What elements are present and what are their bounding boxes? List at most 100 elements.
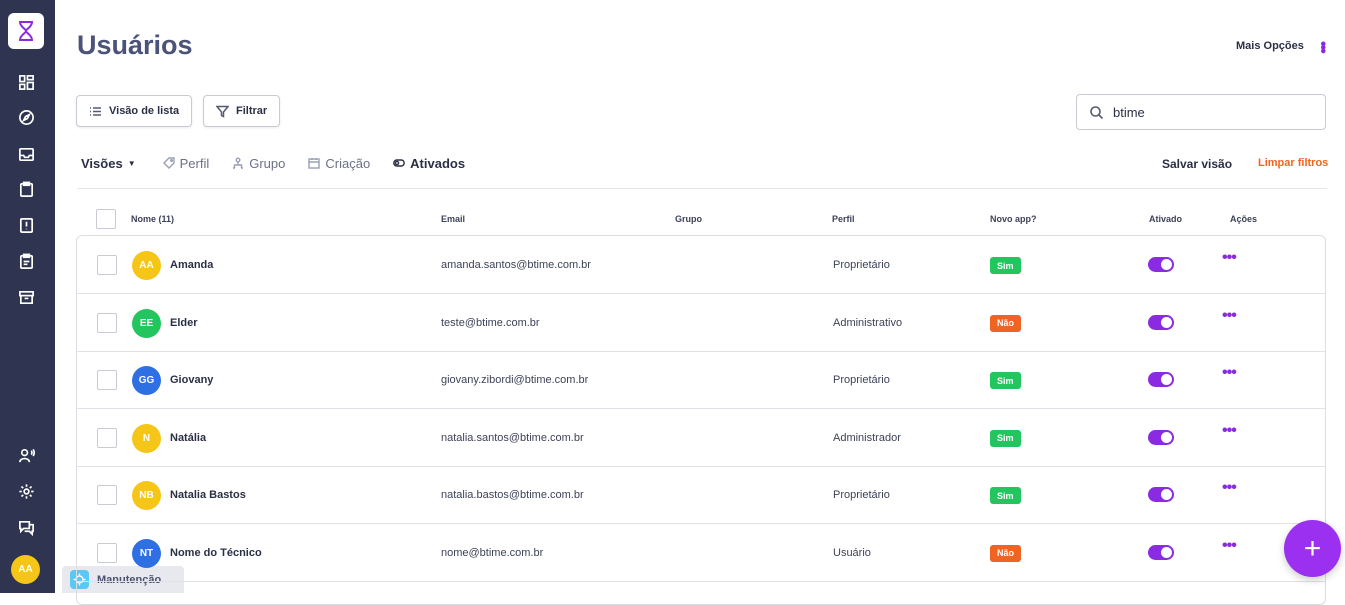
active-toggle[interactable]	[1148, 487, 1174, 502]
column-header-group[interactable]: Grupo	[675, 214, 702, 224]
filter-label: Filtrar	[236, 105, 268, 117]
row-actions-icon[interactable]: •••	[1222, 307, 1237, 323]
search-box[interactable]	[1076, 94, 1326, 130]
views-dropdown[interactable]: Visões ▼	[81, 156, 136, 171]
clipboard-icon[interactable]	[17, 180, 35, 198]
page-title: Usuários	[77, 30, 193, 60]
active-toggle[interactable]	[1148, 429, 1174, 445]
tab-ativados[interactable]: Ativados	[393, 156, 465, 171]
dashboard-icon[interactable]	[17, 73, 35, 91]
table-row[interactable]: GG Giovany giovany.zibordi@btime.com.br Pro…	[77, 351, 1325, 409]
group-icon	[233, 157, 244, 169]
save-view-button[interactable]: Salvar visão	[1162, 157, 1232, 171]
new-app-badge: Sim	[990, 487, 1021, 504]
tag-icon	[162, 157, 175, 169]
table-row[interactable]: NB Natalia Bastos natalia.bastos@btime.com…	[77, 466, 1325, 524]
column-header-profile[interactable]: Perfil	[832, 214, 855, 224]
active-toggle[interactable]	[1148, 257, 1174, 272]
user-email: nome@btime.com.br	[441, 546, 544, 559]
user-email: giovany.zibordi@btime.com.br	[441, 374, 589, 386]
row-checkbox[interactable]	[97, 370, 117, 390]
more-options-button[interactable]: Mais Opções •••	[1236, 40, 1331, 52]
kebab-icon: •••	[1313, 40, 1331, 52]
list-view-button[interactable]: Visão de lista	[76, 95, 193, 127]
user-email: natalia.santos@btime.com.br	[441, 431, 584, 444]
new-app-badge: Sim	[990, 372, 1021, 389]
user-name[interactable]: Natália	[170, 432, 206, 444]
user-name[interactable]: Natalia Bastos	[170, 489, 246, 501]
user-email: natalia.bastos@btime.com.br	[441, 489, 584, 501]
tab-criacao[interactable]: Criação	[308, 156, 370, 171]
active-toggle[interactable]	[1148, 314, 1174, 330]
search-input[interactable]	[1113, 104, 1303, 120]
user-name[interactable]: Elder	[170, 317, 198, 329]
tab-label: Criação	[325, 155, 371, 171]
filter-button[interactable]: Filtrar	[203, 95, 281, 127]
archive-icon[interactable]	[17, 288, 35, 306]
chat-icon[interactable]	[17, 518, 35, 536]
clear-filters-button[interactable]: Limpar filtros	[1258, 157, 1328, 169]
column-header-new-app[interactable]: Novo app?	[990, 214, 1037, 224]
user-profile: Proprietário	[833, 259, 890, 271]
row-actions-icon[interactable]: •••	[1222, 480, 1237, 496]
tab-label: Ativados	[410, 155, 466, 171]
avatar: AA	[132, 251, 161, 280]
avatar: EE	[132, 308, 161, 338]
divider	[77, 188, 1327, 189]
tab-perfil[interactable]: Perfil	[162, 155, 210, 171]
column-header-active[interactable]: Ativado	[1149, 214, 1182, 224]
user-name[interactable]: Giovany	[170, 374, 213, 386]
add-user-button[interactable]: +	[1284, 520, 1341, 577]
caret-down-icon: ▼	[127, 158, 136, 168]
search-icon	[1090, 105, 1104, 119]
row-actions-icon[interactable]: •••	[1222, 422, 1237, 438]
new-app-badge: Sim	[990, 257, 1021, 274]
table-row[interactable]: EE Elder teste@btime.com.br Administrativo N…	[77, 294, 1325, 352]
select-all-checkbox[interactable]	[96, 209, 116, 229]
table-row[interactable]: NT Nome do Técnico nome@btime.com.br Usuári…	[77, 524, 1325, 582]
row-actions-icon[interactable]: •••	[1222, 250, 1237, 266]
column-header-actions: Ações	[1230, 214, 1258, 224]
user-email: amanda.santos@btime.com.br	[441, 259, 591, 271]
row-actions-icon[interactable]: •••	[1222, 365, 1237, 381]
row-checkbox[interactable]	[97, 427, 117, 448]
row-checkbox[interactable]	[97, 485, 117, 505]
calendar-icon	[308, 158, 321, 169]
new-app-badge: Não	[990, 314, 1022, 332]
row-checkbox[interactable]	[97, 542, 117, 563]
user-name[interactable]: Nome do Técnico	[170, 547, 262, 559]
tab-label: Perfil	[179, 155, 210, 171]
table-row[interactable]: AA Amanda amanda.santos@btime.com.br Propri…	[77, 236, 1325, 294]
sidebar: AA	[0, 0, 55, 593]
views-label: Visões	[81, 155, 123, 171]
avatar: NB	[132, 481, 161, 510]
tab-grupo[interactable]: Grupo	[232, 156, 285, 171]
hourglass-logo-icon	[18, 21, 34, 41]
avatar[interactable]: AA	[11, 555, 40, 584]
compass-icon[interactable]	[17, 108, 35, 126]
active-toggle[interactable]	[1148, 372, 1174, 387]
gear-icon[interactable]	[17, 482, 35, 500]
row-checkbox[interactable]	[97, 312, 117, 333]
alert-document-icon[interactable]	[17, 216, 35, 234]
views-bar: Visões ▼ Perfil Grupo Criação Ativados	[81, 153, 488, 173]
user-profile: Usuário	[833, 546, 871, 559]
user-profile: Administrador	[833, 431, 901, 444]
active-toggle[interactable]	[1148, 544, 1174, 560]
row-actions-icon[interactable]: •••	[1222, 537, 1237, 553]
tab-label: Grupo	[249, 155, 286, 171]
avatar: GG	[132, 366, 161, 395]
logo-icon[interactable]	[8, 13, 44, 49]
filter-icon	[216, 105, 229, 118]
avatar: N	[132, 423, 161, 453]
checklist-icon[interactable]	[17, 252, 35, 270]
column-header-name[interactable]: Nome (11)	[131, 214, 174, 224]
inbox-icon[interactable]	[17, 145, 35, 163]
row-checkbox[interactable]	[97, 255, 117, 275]
user-name[interactable]: Amanda	[170, 259, 213, 271]
user-voice-icon[interactable]	[17, 446, 35, 464]
more-options-label: Mais Opções	[1236, 40, 1304, 52]
column-header-email[interactable]: Email	[441, 214, 465, 224]
table-row[interactable]: N Natália natalia.santos@btime.com.br Admin…	[77, 409, 1325, 467]
users-table: AA Amanda amanda.santos@btime.com.br Propri…	[76, 235, 1326, 605]
